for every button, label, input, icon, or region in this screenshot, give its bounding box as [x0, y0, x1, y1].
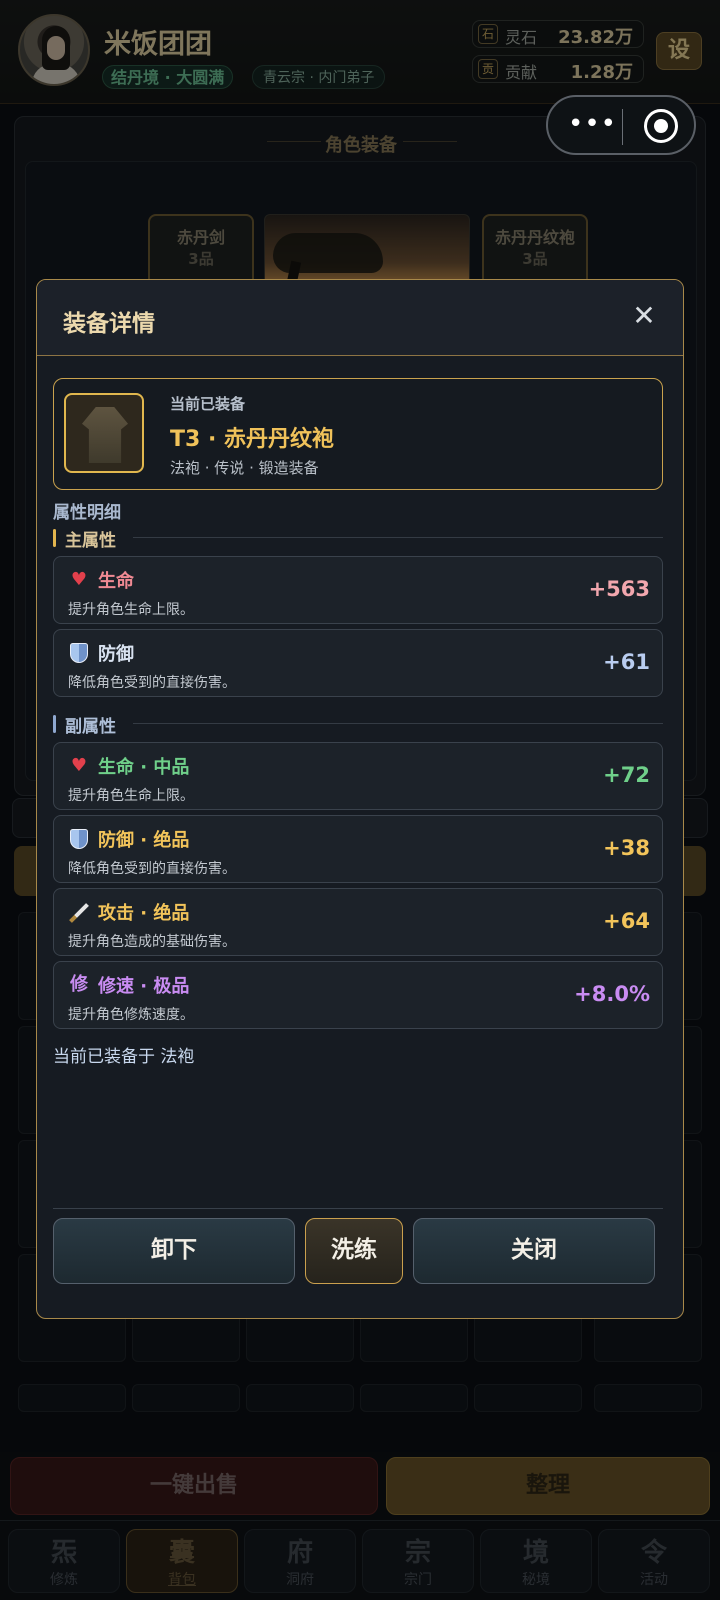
attribute-row: 防御 降低角色受到的直接伤害。 +61 — [53, 629, 663, 697]
attribute-name: 修速 · 极品 — [98, 976, 190, 997]
cultivation-icon: 修 — [70, 974, 88, 995]
equipped-tag: 当前已装备 — [170, 395, 246, 413]
item-name: T3 · 赤丹丹纹袍 — [170, 427, 334, 452]
attribute-desc: 降低角色受到的直接伤害。 — [68, 861, 236, 877]
exit-target-icon[interactable] — [644, 109, 678, 143]
attribute-value: +563 — [588, 577, 650, 601]
attribute-value: +61 — [603, 650, 650, 674]
modal-title: 装备详情 — [63, 311, 155, 337]
attribute-desc: 提升角色生命上限。 — [68, 602, 194, 618]
heart-icon: ♥ — [70, 755, 88, 776]
attribute-name: 生命 · 中品 — [98, 757, 190, 778]
heart-icon: ♥ — [70, 569, 88, 590]
attribute-row: 防御 · 绝品 降低角色受到的直接伤害。 +38 — [53, 815, 663, 883]
attribute-name: 攻击 · 绝品 — [98, 903, 190, 924]
current-equipment-card: 当前已装备 T3 · 赤丹丹纹袍 法袍 · 传说 · 锻造装备 — [53, 378, 663, 490]
attribute-row: 攻击 · 绝品 提升角色造成的基础伤害。 +64 — [53, 888, 663, 956]
sub-attribute-title: 副属性 — [65, 717, 116, 737]
attribute-desc: 提升角色修炼速度。 — [68, 1007, 194, 1023]
sword-icon — [68, 901, 90, 923]
attribute-value: +72 — [603, 763, 650, 787]
shield-icon — [68, 642, 90, 664]
modal-header: 装备详情 ✕ — [37, 280, 683, 356]
shield-icon — [68, 828, 90, 850]
item-meta: 法袍 · 传说 · 锻造装备 — [170, 459, 319, 477]
attribute-row: 修 修速 · 极品 提升角色修炼速度。 +8.0% — [53, 961, 663, 1029]
attribute-desc: 提升角色生命上限。 — [68, 788, 194, 804]
attribute-value: +64 — [603, 909, 650, 933]
more-icon[interactable]: ••• — [568, 109, 617, 139]
attribute-value: +8.0% — [574, 982, 650, 1006]
equipped-slot-note: 当前已装备于 法袍 — [53, 1047, 195, 1067]
attribute-section-title: 属性明细 — [53, 503, 121, 523]
miniprogram-capsule: ••• — [546, 95, 696, 155]
main-attribute-title: 主属性 — [65, 531, 116, 551]
attribute-row: ♥ 生命 · 中品 提升角色生命上限。 +72 — [53, 742, 663, 810]
attribute-desc: 提升角色造成的基础伤害。 — [68, 934, 236, 950]
refine-button[interactable]: 洗练 — [305, 1218, 403, 1284]
attribute-row: ♥ 生命 提升角色生命上限。 +563 — [53, 556, 663, 624]
attribute-desc: 降低角色受到的直接伤害。 — [68, 675, 236, 691]
attribute-name: 防御 · 绝品 — [98, 830, 190, 851]
close-button[interactable]: 关闭 — [413, 1218, 655, 1284]
equipment-detail-modal: 装备详情 ✕ 当前已装备 T3 · 赤丹丹纹袍 法袍 · 传说 · 锻造装备 属… — [36, 279, 684, 1319]
attribute-name: 防御 — [98, 644, 134, 665]
unequip-button[interactable]: 卸下 — [53, 1218, 295, 1284]
attribute-value: +38 — [603, 836, 650, 860]
robe-thumbnail — [64, 393, 144, 473]
attribute-name: 生命 — [98, 571, 134, 592]
close-icon[interactable]: ✕ — [627, 300, 661, 334]
